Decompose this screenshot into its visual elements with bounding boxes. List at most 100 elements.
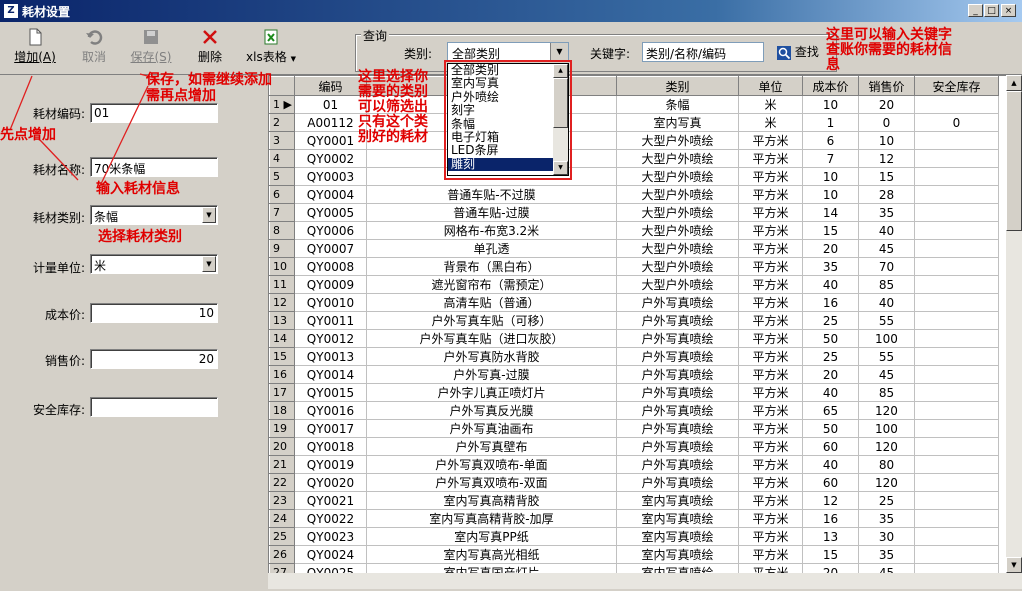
row-header[interactable]: 11 xyxy=(269,275,295,294)
scroll-up-icon[interactable]: ▲ xyxy=(1006,75,1022,91)
dropdown-scrollbar[interactable]: ▲ ▼ xyxy=(553,64,568,175)
column-header[interactable]: 安全库存 xyxy=(913,76,999,96)
row-header[interactable]: 22 xyxy=(269,473,295,492)
table-cell[interactable]: 户外写真喷绘 xyxy=(615,383,739,402)
table-cell[interactable]: 户外写真-过膜 xyxy=(365,365,617,384)
table-cell[interactable]: QY0005 xyxy=(293,203,367,222)
table-cell[interactable]: 10 xyxy=(801,167,859,186)
table-row[interactable]: 25 QY0023 室内写真PP纸 室内写真喷绘 平方米 13 30 xyxy=(269,527,999,546)
table-row[interactable]: 16 QY0014 户外写真-过膜 户外写真喷绘 平方米 20 45 xyxy=(269,365,999,384)
stock-input[interactable] xyxy=(90,397,218,417)
column-header[interactable]: 单位 xyxy=(737,76,803,96)
xls-export-button[interactable]: xls表格 ▼ xyxy=(242,26,300,70)
row-header[interactable]: 23 xyxy=(269,491,295,510)
table-cell[interactable]: 40 xyxy=(801,455,859,474)
column-header[interactable]: 销售价 xyxy=(857,76,915,96)
row-header[interactable]: 24 xyxy=(269,509,295,528)
table-cell[interactable]: 80 xyxy=(857,455,915,474)
table-row[interactable]: 8 QY0006 网格布-布宽3.2米 大型户外喷绘 平方米 15 40 xyxy=(269,221,999,240)
table-row[interactable]: 9 QY0007 单孔透 大型户外喷绘 平方米 20 45 xyxy=(269,239,999,258)
table-cell[interactable]: 0 xyxy=(913,113,999,132)
table-cell[interactable]: QY0019 xyxy=(293,455,367,474)
row-header[interactable]: 9 xyxy=(269,239,295,258)
table-cell[interactable] xyxy=(913,185,999,204)
table-cell[interactable]: 45 xyxy=(857,365,915,384)
table-cell[interactable]: 60 xyxy=(801,473,859,492)
table-cell[interactable]: 35 xyxy=(801,257,859,276)
table-cell[interactable]: 70 xyxy=(857,257,915,276)
dropdown-option[interactable]: 室内写真 xyxy=(448,77,568,90)
dropdown-arrow-icon[interactable]: ▼ xyxy=(291,55,296,63)
table-cell[interactable]: 户外写真喷绘 xyxy=(615,437,739,456)
table-cell[interactable]: 10 xyxy=(857,131,915,150)
filter-category-select[interactable]: 全部类别 ▼ xyxy=(447,42,569,62)
table-cell[interactable]: 平方米 xyxy=(737,545,803,564)
table-cell[interactable]: 25 xyxy=(857,491,915,510)
dropdown-option[interactable]: 条幅 xyxy=(448,117,568,131)
table-cell[interactable]: 10 xyxy=(801,95,859,114)
chevron-down-icon[interactable]: ▼ xyxy=(202,256,216,272)
table-cell[interactable]: QY0003 xyxy=(293,167,367,186)
table-cell[interactable]: 45 xyxy=(857,239,915,258)
category-select[interactable]: 条幅 ▼ xyxy=(90,205,218,225)
scroll-down-icon[interactable]: ▼ xyxy=(553,161,568,175)
table-cell[interactable]: 35 xyxy=(857,203,915,222)
table-cell[interactable]: 平方米 xyxy=(737,419,803,438)
row-header[interactable]: 12 xyxy=(269,293,295,312)
table-cell[interactable]: 15 xyxy=(801,221,859,240)
table-cell[interactable] xyxy=(913,347,999,366)
table-cell[interactable]: QY0014 xyxy=(293,365,367,384)
table-cell[interactable]: 户外写真喷绘 xyxy=(615,329,739,348)
table-cell[interactable]: 室内写真 xyxy=(615,113,739,132)
table-cell[interactable]: QY0007 xyxy=(293,239,367,258)
table-cell[interactable]: QY0013 xyxy=(293,347,367,366)
dropdown-option[interactable]: 雕刻 xyxy=(448,157,568,172)
table-cell[interactable]: 平方米 xyxy=(737,185,803,204)
table-cell[interactable]: 平方米 xyxy=(737,257,803,276)
table-cell[interactable]: 平方米 xyxy=(737,167,803,186)
table-cell[interactable]: 室内写真高光相纸 xyxy=(365,545,617,564)
row-header[interactable]: 19 xyxy=(269,419,295,438)
table-cell[interactable]: 平方米 xyxy=(737,311,803,330)
table-cell[interactable]: 条幅 xyxy=(615,95,739,114)
table-cell[interactable] xyxy=(913,401,999,420)
add-button[interactable]: 增加(A) xyxy=(12,26,58,70)
table-cell[interactable]: 户外写真双喷布-单面 xyxy=(365,455,617,474)
table-cell[interactable]: 7 xyxy=(801,149,859,168)
delete-button[interactable]: 删除 xyxy=(190,26,230,70)
table-cell[interactable]: 25 xyxy=(801,311,859,330)
row-header[interactable]: 26 xyxy=(269,545,295,564)
dropdown-option[interactable]: 刻字 xyxy=(448,103,568,117)
table-cell[interactable]: 1 xyxy=(801,113,859,132)
table-cell[interactable]: A00112 xyxy=(293,113,367,132)
horizontal-scrollbar[interactable] xyxy=(268,573,1022,589)
table-cell[interactable]: QY0009 xyxy=(293,275,367,294)
table-cell[interactable]: 户外写真双喷布-双面 xyxy=(365,473,617,492)
table-cell[interactable]: 平方米 xyxy=(737,203,803,222)
table-cell[interactable]: 平方米 xyxy=(737,473,803,492)
dropdown-option[interactable]: 电子灯箱 xyxy=(448,130,568,144)
table-cell[interactable]: 室内写真PP纸 xyxy=(365,527,617,546)
row-header[interactable]: 25 xyxy=(269,527,295,546)
table-cell[interactable] xyxy=(913,509,999,528)
table-cell[interactable]: 平方米 xyxy=(737,239,803,258)
table-cell[interactable]: 60 xyxy=(801,437,859,456)
table-cell[interactable]: 平方米 xyxy=(737,491,803,510)
table-cell[interactable] xyxy=(913,275,999,294)
name-input[interactable]: 70米条幅 xyxy=(90,157,218,177)
table-cell[interactable]: 大型户外喷绘 xyxy=(615,131,739,150)
table-cell[interactable]: QY0001 xyxy=(293,131,367,150)
table-cell[interactable]: 平方米 xyxy=(737,329,803,348)
table-cell[interactable]: QY0018 xyxy=(293,437,367,456)
table-cell[interactable]: 平方米 xyxy=(737,527,803,546)
table-cell[interactable]: 户外写真壁布 xyxy=(365,437,617,456)
row-header[interactable]: 1 ▶ xyxy=(269,95,295,114)
table-cell[interactable]: 平方米 xyxy=(737,509,803,528)
table-cell[interactable]: QY0023 xyxy=(293,527,367,546)
table-cell[interactable]: 85 xyxy=(857,275,915,294)
table-cell[interactable]: 平方米 xyxy=(737,437,803,456)
table-cell[interactable]: QY0002 xyxy=(293,149,367,168)
table-cell[interactable]: 14 xyxy=(801,203,859,222)
table-row[interactable]: 26 QY0024 室内写真高光相纸 室内写真喷绘 平方米 15 35 xyxy=(269,545,999,564)
table-cell[interactable]: 平方米 xyxy=(737,131,803,150)
